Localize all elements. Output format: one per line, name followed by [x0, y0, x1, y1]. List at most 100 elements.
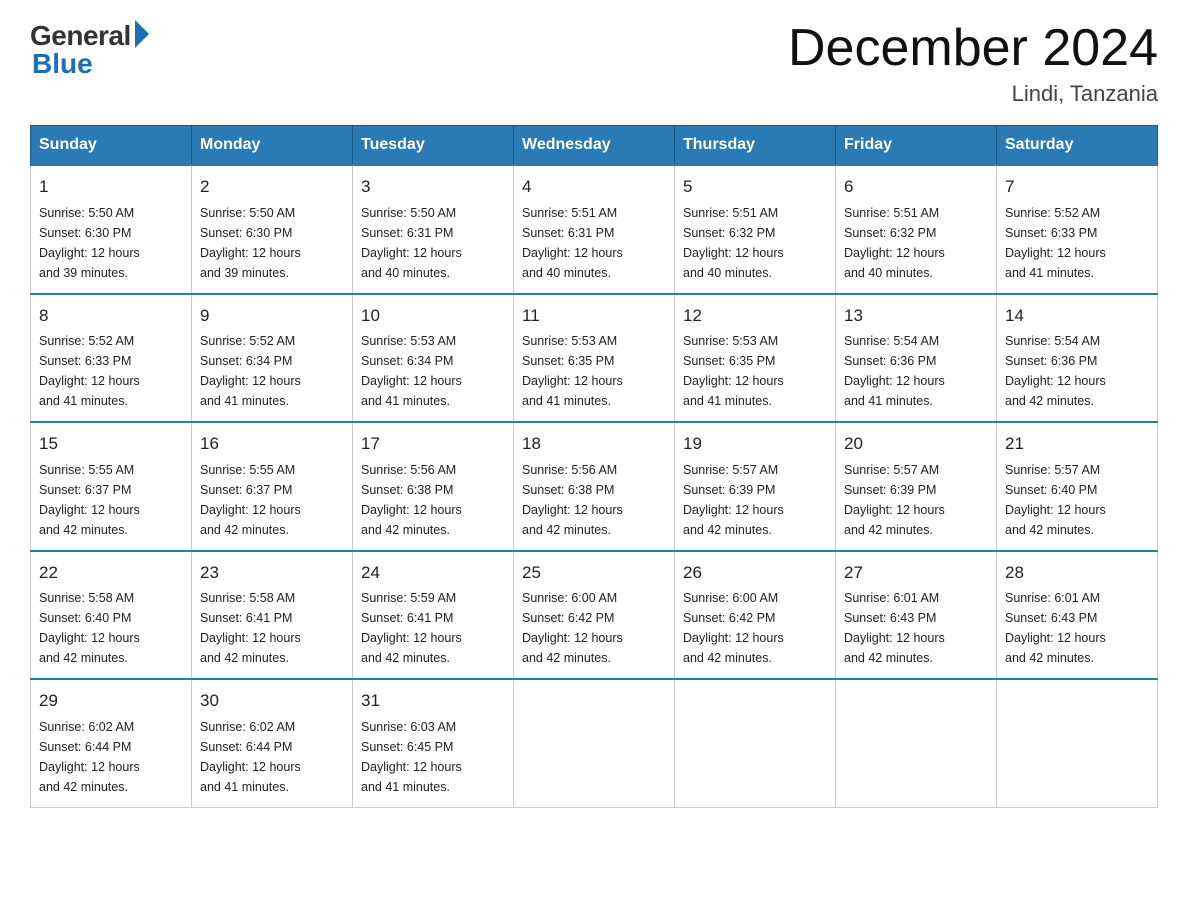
calendar-cell: 28 Sunrise: 6:01 AMSunset: 6:43 PMDaylig… [997, 551, 1158, 680]
calendar-cell: 22 Sunrise: 5:58 AMSunset: 6:40 PMDaylig… [31, 551, 192, 680]
page-header: General Blue December 2024 Lindi, Tanzan… [30, 20, 1158, 107]
day-info: Sunrise: 5:51 AMSunset: 6:31 PMDaylight:… [522, 206, 623, 280]
day-info: Sunrise: 5:50 AMSunset: 6:30 PMDaylight:… [200, 206, 301, 280]
calendar-cell: 13 Sunrise: 5:54 AMSunset: 6:36 PMDaylig… [836, 294, 997, 423]
day-number: 23 [200, 560, 344, 586]
day-info: Sunrise: 5:57 AMSunset: 6:39 PMDaylight:… [844, 463, 945, 537]
day-info: Sunrise: 5:50 AMSunset: 6:31 PMDaylight:… [361, 206, 462, 280]
day-number: 20 [844, 431, 988, 457]
day-number: 24 [361, 560, 505, 586]
calendar-cell: 9 Sunrise: 5:52 AMSunset: 6:34 PMDayligh… [192, 294, 353, 423]
day-number: 25 [522, 560, 666, 586]
day-number: 2 [200, 174, 344, 200]
day-info: Sunrise: 6:00 AMSunset: 6:42 PMDaylight:… [683, 591, 784, 665]
calendar-cell: 6 Sunrise: 5:51 AMSunset: 6:32 PMDayligh… [836, 165, 997, 294]
day-number: 4 [522, 174, 666, 200]
day-info: Sunrise: 5:57 AMSunset: 6:40 PMDaylight:… [1005, 463, 1106, 537]
day-number: 29 [39, 688, 183, 714]
day-info: Sunrise: 5:53 AMSunset: 6:35 PMDaylight:… [522, 334, 623, 408]
week-row-4: 22 Sunrise: 5:58 AMSunset: 6:40 PMDaylig… [31, 551, 1158, 680]
calendar-cell: 15 Sunrise: 5:55 AMSunset: 6:37 PMDaylig… [31, 422, 192, 551]
day-number: 12 [683, 303, 827, 329]
day-number: 11 [522, 303, 666, 329]
calendar-cell: 21 Sunrise: 5:57 AMSunset: 6:40 PMDaylig… [997, 422, 1158, 551]
calendar-header: Sunday Monday Tuesday Wednesday Thursday… [31, 126, 1158, 166]
day-info: Sunrise: 6:01 AMSunset: 6:43 PMDaylight:… [844, 591, 945, 665]
day-number: 6 [844, 174, 988, 200]
day-info: Sunrise: 5:58 AMSunset: 6:40 PMDaylight:… [39, 591, 140, 665]
day-info: Sunrise: 5:52 AMSunset: 6:33 PMDaylight:… [39, 334, 140, 408]
day-info: Sunrise: 5:53 AMSunset: 6:34 PMDaylight:… [361, 334, 462, 408]
header-row: Sunday Monday Tuesday Wednesday Thursday… [31, 126, 1158, 166]
week-row-5: 29 Sunrise: 6:02 AMSunset: 6:44 PMDaylig… [31, 679, 1158, 807]
calendar-cell: 31 Sunrise: 6:03 AMSunset: 6:45 PMDaylig… [353, 679, 514, 807]
calendar-cell: 7 Sunrise: 5:52 AMSunset: 6:33 PMDayligh… [997, 165, 1158, 294]
day-info: Sunrise: 5:55 AMSunset: 6:37 PMDaylight:… [39, 463, 140, 537]
calendar-cell [514, 679, 675, 807]
day-number: 19 [683, 431, 827, 457]
col-monday: Monday [192, 126, 353, 166]
calendar-cell: 11 Sunrise: 5:53 AMSunset: 6:35 PMDaylig… [514, 294, 675, 423]
logo-blue-text: Blue [32, 48, 93, 80]
col-wednesday: Wednesday [514, 126, 675, 166]
day-number: 22 [39, 560, 183, 586]
calendar-cell: 16 Sunrise: 5:55 AMSunset: 6:37 PMDaylig… [192, 422, 353, 551]
day-number: 21 [1005, 431, 1149, 457]
calendar-cell: 25 Sunrise: 6:00 AMSunset: 6:42 PMDaylig… [514, 551, 675, 680]
calendar-table: Sunday Monday Tuesday Wednesday Thursday… [30, 125, 1158, 808]
logo-arrow-icon [135, 20, 149, 48]
calendar-cell: 14 Sunrise: 5:54 AMSunset: 6:36 PMDaylig… [997, 294, 1158, 423]
day-info: Sunrise: 5:53 AMSunset: 6:35 PMDaylight:… [683, 334, 784, 408]
month-title: December 2024 [788, 20, 1158, 77]
day-number: 9 [200, 303, 344, 329]
day-number: 8 [39, 303, 183, 329]
day-number: 16 [200, 431, 344, 457]
day-info: Sunrise: 5:54 AMSunset: 6:36 PMDaylight:… [1005, 334, 1106, 408]
calendar-cell: 4 Sunrise: 5:51 AMSunset: 6:31 PMDayligh… [514, 165, 675, 294]
day-info: Sunrise: 5:54 AMSunset: 6:36 PMDaylight:… [844, 334, 945, 408]
day-info: Sunrise: 5:59 AMSunset: 6:41 PMDaylight:… [361, 591, 462, 665]
calendar-cell [675, 679, 836, 807]
day-info: Sunrise: 5:51 AMSunset: 6:32 PMDaylight:… [844, 206, 945, 280]
day-info: Sunrise: 6:02 AMSunset: 6:44 PMDaylight:… [39, 720, 140, 794]
day-number: 27 [844, 560, 988, 586]
calendar-cell: 1 Sunrise: 5:50 AMSunset: 6:30 PMDayligh… [31, 165, 192, 294]
calendar-cell [836, 679, 997, 807]
col-sunday: Sunday [31, 126, 192, 166]
week-row-1: 1 Sunrise: 5:50 AMSunset: 6:30 PMDayligh… [31, 165, 1158, 294]
calendar-cell: 23 Sunrise: 5:58 AMSunset: 6:41 PMDaylig… [192, 551, 353, 680]
calendar-cell: 8 Sunrise: 5:52 AMSunset: 6:33 PMDayligh… [31, 294, 192, 423]
day-info: Sunrise: 6:01 AMSunset: 6:43 PMDaylight:… [1005, 591, 1106, 665]
calendar-cell: 24 Sunrise: 5:59 AMSunset: 6:41 PMDaylig… [353, 551, 514, 680]
day-number: 10 [361, 303, 505, 329]
calendar-cell: 17 Sunrise: 5:56 AMSunset: 6:38 PMDaylig… [353, 422, 514, 551]
day-info: Sunrise: 5:57 AMSunset: 6:39 PMDaylight:… [683, 463, 784, 537]
calendar-cell: 19 Sunrise: 5:57 AMSunset: 6:39 PMDaylig… [675, 422, 836, 551]
col-tuesday: Tuesday [353, 126, 514, 166]
day-info: Sunrise: 5:56 AMSunset: 6:38 PMDaylight:… [522, 463, 623, 537]
day-info: Sunrise: 5:52 AMSunset: 6:33 PMDaylight:… [1005, 206, 1106, 280]
week-row-2: 8 Sunrise: 5:52 AMSunset: 6:33 PMDayligh… [31, 294, 1158, 423]
day-number: 15 [39, 431, 183, 457]
day-info: Sunrise: 5:51 AMSunset: 6:32 PMDaylight:… [683, 206, 784, 280]
day-info: Sunrise: 5:56 AMSunset: 6:38 PMDaylight:… [361, 463, 462, 537]
calendar-cell: 12 Sunrise: 5:53 AMSunset: 6:35 PMDaylig… [675, 294, 836, 423]
day-number: 28 [1005, 560, 1149, 586]
day-info: Sunrise: 5:58 AMSunset: 6:41 PMDaylight:… [200, 591, 301, 665]
calendar-cell: 10 Sunrise: 5:53 AMSunset: 6:34 PMDaylig… [353, 294, 514, 423]
day-number: 13 [844, 303, 988, 329]
calendar-cell: 29 Sunrise: 6:02 AMSunset: 6:44 PMDaylig… [31, 679, 192, 807]
day-info: Sunrise: 5:50 AMSunset: 6:30 PMDaylight:… [39, 206, 140, 280]
day-number: 18 [522, 431, 666, 457]
calendar-cell: 2 Sunrise: 5:50 AMSunset: 6:30 PMDayligh… [192, 165, 353, 294]
day-number: 30 [200, 688, 344, 714]
calendar-cell: 5 Sunrise: 5:51 AMSunset: 6:32 PMDayligh… [675, 165, 836, 294]
calendar-cell: 30 Sunrise: 6:02 AMSunset: 6:44 PMDaylig… [192, 679, 353, 807]
col-friday: Friday [836, 126, 997, 166]
title-block: December 2024 Lindi, Tanzania [788, 20, 1158, 107]
day-number: 17 [361, 431, 505, 457]
calendar-cell: 3 Sunrise: 5:50 AMSunset: 6:31 PMDayligh… [353, 165, 514, 294]
calendar-cell: 27 Sunrise: 6:01 AMSunset: 6:43 PMDaylig… [836, 551, 997, 680]
calendar-cell: 18 Sunrise: 5:56 AMSunset: 6:38 PMDaylig… [514, 422, 675, 551]
day-info: Sunrise: 6:02 AMSunset: 6:44 PMDaylight:… [200, 720, 301, 794]
